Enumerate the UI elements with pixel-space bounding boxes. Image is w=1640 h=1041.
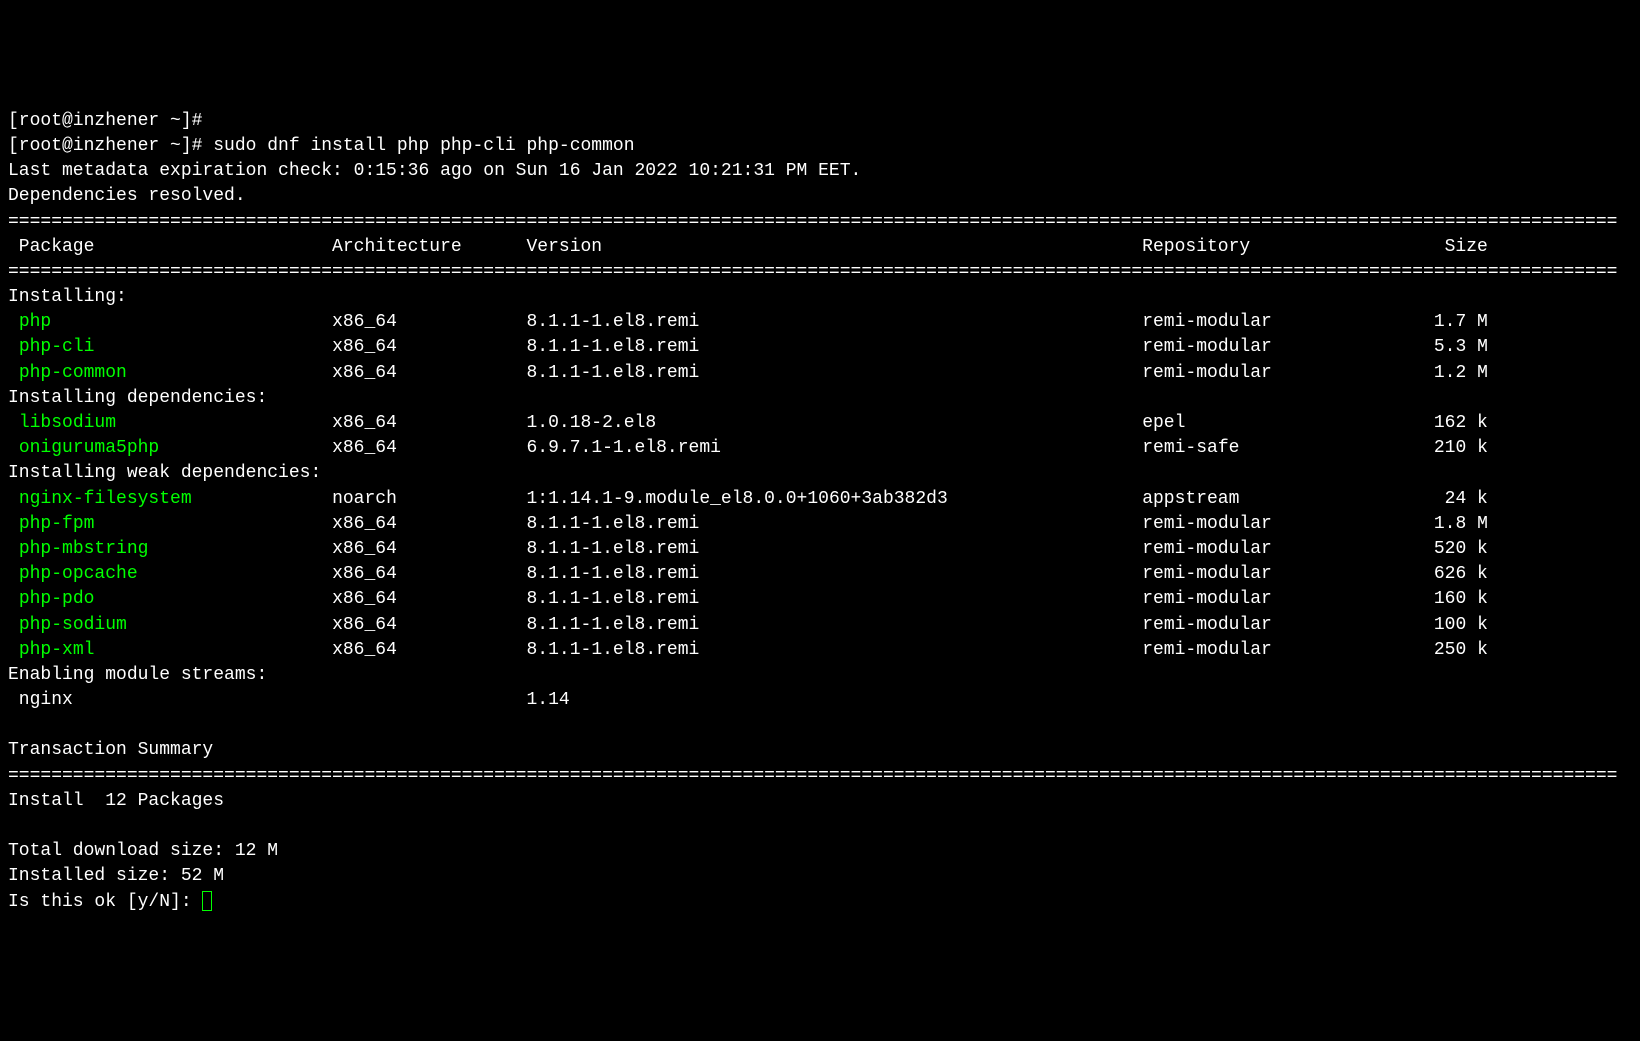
section-modules: Enabling module streams:: [8, 663, 1632, 688]
package-row: php-fpm x86_64 8.1.1-1.el8.remi remi-mod…: [8, 512, 1632, 537]
download-size: Total download size: 12 M: [8, 839, 1632, 864]
terminal-output[interactable]: [root@inzhener ~]#[root@inzhener ~]# sud…: [8, 109, 1632, 915]
package-row: php-mbstring x86_64 8.1.1-1.el8.remi rem…: [8, 537, 1632, 562]
confirm-prompt[interactable]: Is this ok [y/N]:: [8, 890, 1632, 915]
module-row: nginx 1.14: [8, 688, 1632, 713]
command-line: [root@inzhener ~]# sudo dnf install php …: [8, 134, 1632, 159]
prompt-empty: [root@inzhener ~]#: [8, 109, 1632, 134]
metadata-line: Last metadata expiration check: 0:15:36 …: [8, 159, 1632, 184]
section-weak-deps: Installing weak dependencies:: [8, 461, 1632, 486]
section-deps: Installing dependencies:: [8, 386, 1632, 411]
package-row: php-common x86_64 8.1.1-1.el8.remi remi-…: [8, 361, 1632, 386]
package-row: nginx-filesystem noarch 1:1.14.1-9.modul…: [8, 487, 1632, 512]
divider: ========================================…: [8, 764, 1632, 789]
divider: ========================================…: [8, 210, 1632, 235]
section-installing: Installing:: [8, 285, 1632, 310]
package-row: php-pdo x86_64 8.1.1-1.el8.remi remi-mod…: [8, 587, 1632, 612]
package-row: libsodium x86_64 1.0.18-2.el8 epel 162 k: [8, 411, 1632, 436]
blank-line: [8, 814, 1632, 839]
deps-resolved: Dependencies resolved.: [8, 184, 1632, 209]
package-row: php x86_64 8.1.1-1.el8.remi remi-modular…: [8, 310, 1632, 335]
package-row: php-opcache x86_64 8.1.1-1.el8.remi remi…: [8, 562, 1632, 587]
package-row: oniguruma5php x86_64 6.9.7.1-1.el8.remi …: [8, 436, 1632, 461]
transaction-summary-title: Transaction Summary: [8, 738, 1632, 763]
installed-size: Installed size: 52 M: [8, 864, 1632, 889]
blank-line: [8, 713, 1632, 738]
cursor-icon: [202, 891, 212, 911]
package-row: php-cli x86_64 8.1.1-1.el8.remi remi-mod…: [8, 335, 1632, 360]
package-row: php-xml x86_64 8.1.1-1.el8.remi remi-mod…: [8, 638, 1632, 663]
package-row: php-sodium x86_64 8.1.1-1.el8.remi remi-…: [8, 613, 1632, 638]
divider: ========================================…: [8, 260, 1632, 285]
install-count: Install 12 Packages: [8, 789, 1632, 814]
table-header: Package Architecture Version Repository …: [8, 235, 1632, 260]
